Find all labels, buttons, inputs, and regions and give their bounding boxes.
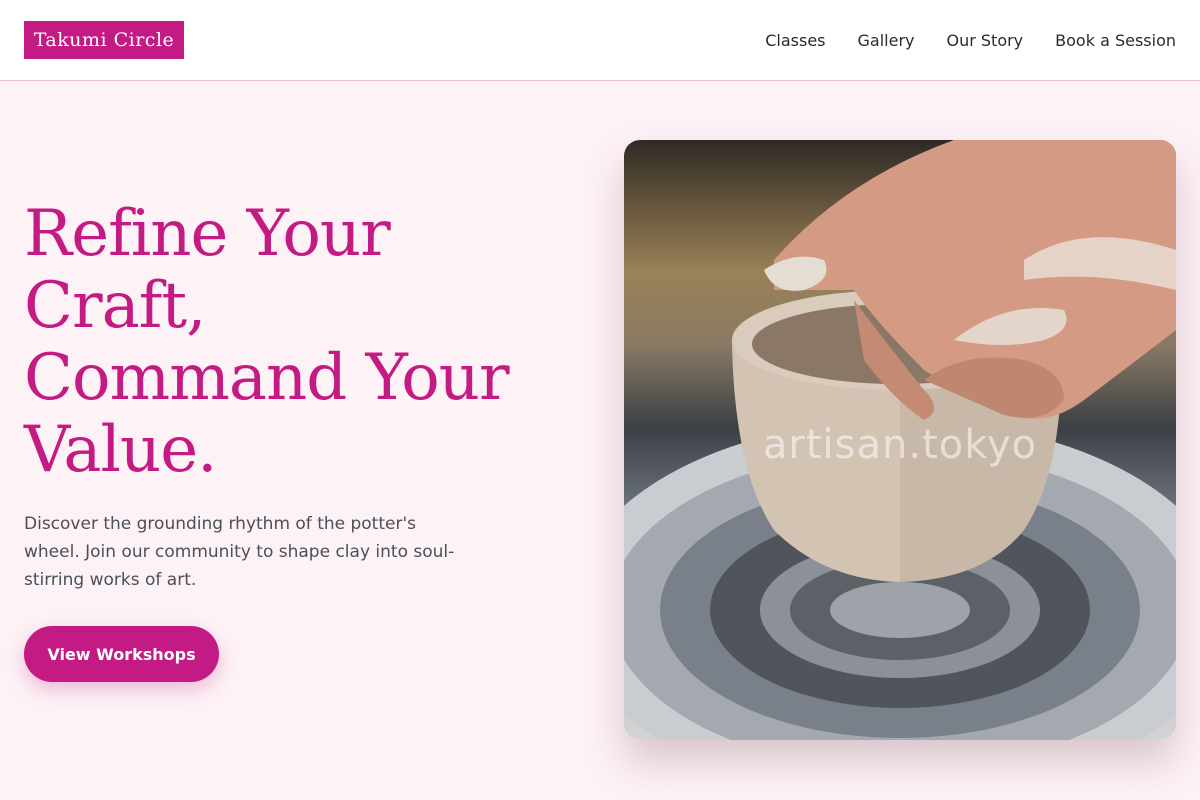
brand-logo[interactable]: Takumi Circle: [24, 21, 184, 59]
hero-title: Refine Your Craft, Command Your Value.: [24, 197, 510, 487]
nav-link-gallery[interactable]: Gallery: [858, 31, 915, 50]
main-nav: Classes Gallery Our Story Book a Session: [765, 0, 1176, 80]
pottery-wheel-image: artisan.tokyo: [624, 140, 1176, 740]
nav-link-book-a-session[interactable]: Book a Session: [1055, 31, 1176, 50]
image-watermark: artisan.tokyo: [762, 422, 1038, 468]
view-workshops-button[interactable]: View Workshops: [24, 626, 219, 682]
nav-link-classes[interactable]: Classes: [765, 31, 825, 50]
hero-description: Discover the grounding rhythm of the pot…: [24, 514, 455, 590]
nav-link-our-story[interactable]: Our Story: [946, 31, 1023, 50]
site-header: Takumi Circle Classes Gallery Our Story …: [0, 0, 1200, 81]
